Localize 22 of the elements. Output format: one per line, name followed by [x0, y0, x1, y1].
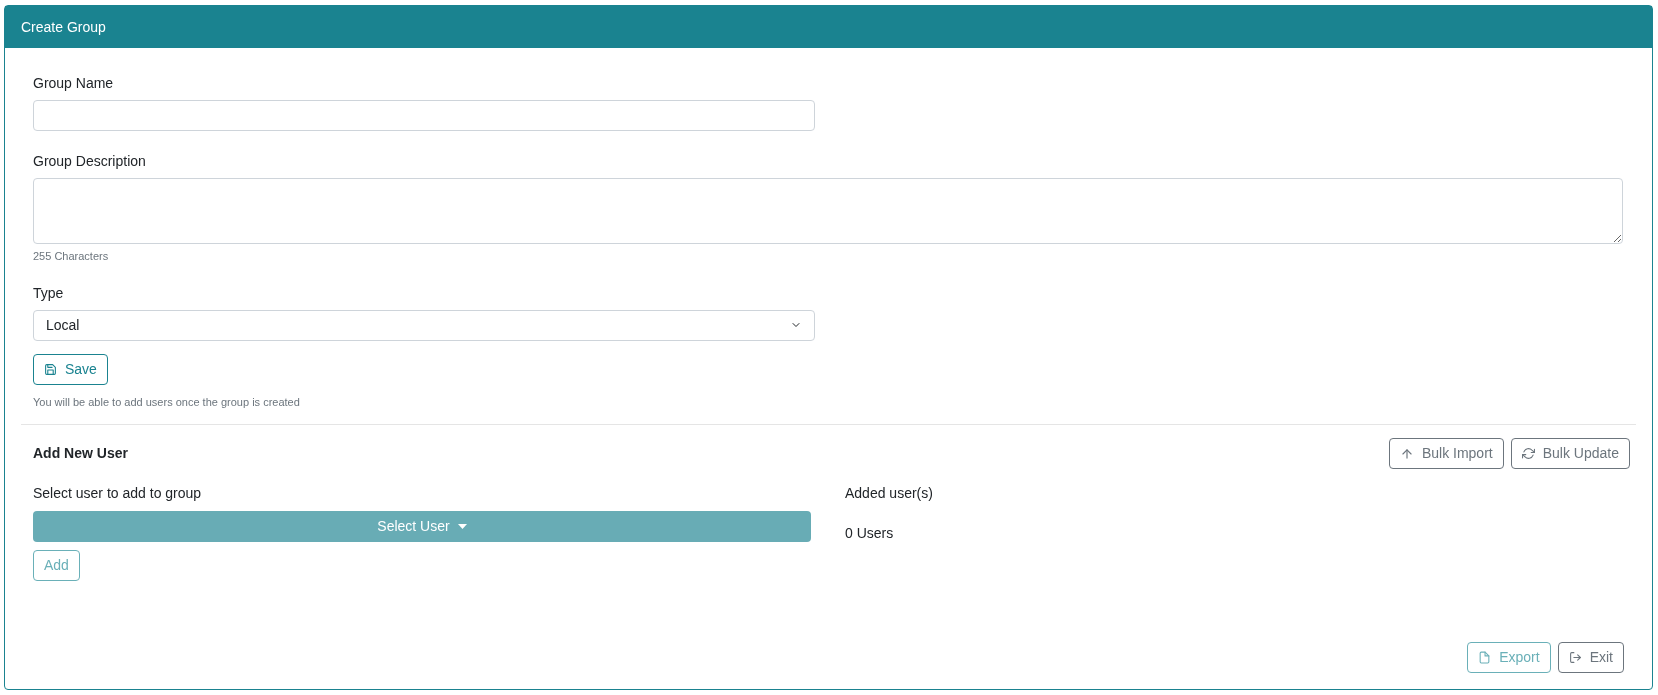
save-note: You will be able to add users once the group is created [33, 394, 301, 410]
section-title: Add New User [33, 444, 128, 463]
group-name-field[interactable] [33, 100, 815, 131]
added-users-count: 0 Users [845, 524, 895, 543]
select-user-dropdown[interactable]: Select User [33, 511, 811, 542]
save-button[interactable]: Save [33, 353, 108, 385]
field-label: Type [33, 283, 65, 303]
character-hint: 255 Characters [33, 249, 110, 264]
update-button[interactable]: Bulk Update [1510, 438, 1630, 469]
field-label: Group Description [33, 152, 147, 171]
header-title: Create Group [21, 17, 106, 37]
caret-down-icon [457, 524, 467, 529]
type-select[interactable]: Local [33, 309, 815, 341]
field-label: Select user to add to group [33, 484, 203, 503]
import-button[interactable]: Bulk Import [1388, 438, 1504, 469]
exit-button[interactable]: Exit [1557, 642, 1624, 673]
added-users-label: Added user(s) [845, 484, 933, 503]
field-label: Group Name [33, 74, 115, 93]
refresh-icon [1521, 447, 1535, 460]
document-icon [1478, 651, 1492, 664]
exit-icon [1568, 651, 1582, 664]
group-description-field[interactable] [33, 178, 1623, 244]
